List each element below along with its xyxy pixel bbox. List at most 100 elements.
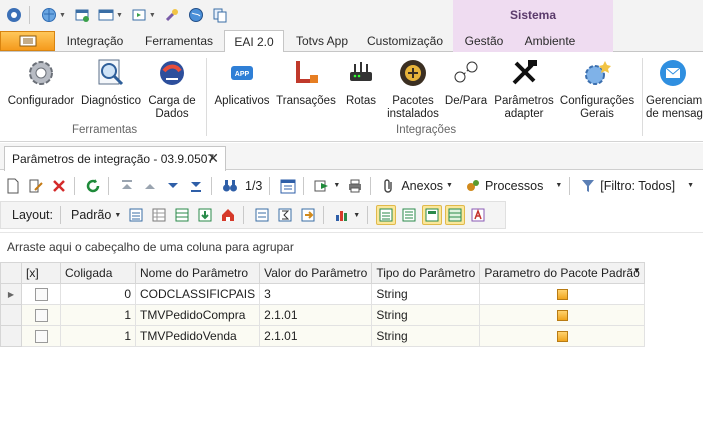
row-checkbox[interactable] bbox=[21, 304, 61, 326]
filter-button[interactable]: [Filtro: Todos] ▼ bbox=[578, 176, 696, 196]
next-record-icon[interactable] bbox=[163, 176, 183, 196]
export-layout-icon[interactable] bbox=[298, 205, 318, 225]
font-style-icon[interactable] bbox=[468, 205, 488, 225]
carga-dados-label-1: Carga de bbox=[148, 95, 196, 107]
rotas-button[interactable]: Rotas bbox=[340, 56, 382, 108]
wrench-hammer-icon bbox=[507, 56, 541, 90]
tab-ambiente[interactable]: Ambiente bbox=[518, 30, 582, 52]
gerenciamento-mensagens-button[interactable]: Gerenciam de mensag bbox=[646, 56, 703, 121]
tab-gestao[interactable]: Gestão bbox=[458, 30, 510, 52]
configurador-button[interactable]: Configurador bbox=[6, 56, 76, 108]
cell-valor[interactable]: 3 bbox=[259, 283, 373, 305]
view-grid-toggle[interactable] bbox=[376, 205, 397, 225]
import-layout-icon[interactable] bbox=[195, 205, 215, 225]
copy-icon[interactable] bbox=[210, 4, 230, 26]
filter-icon[interactable]: ▼ bbox=[633, 266, 641, 275]
cell-coligada[interactable]: 1 bbox=[60, 304, 136, 326]
transacoes-button[interactable]: Transações bbox=[276, 56, 336, 108]
depara-icon bbox=[449, 56, 483, 90]
row-checkbox[interactable] bbox=[21, 325, 61, 347]
document-tab[interactable]: Parâmetros de integração - 03.9.0507 ✕ bbox=[4, 146, 226, 171]
table-row[interactable]: 1 TMVPedidoVenda 2.1.01 String bbox=[0, 325, 645, 347]
group-by-panel[interactable]: Arraste aqui o cabeçalho de uma coluna p… bbox=[0, 232, 703, 260]
tab-integracao[interactable]: Integração bbox=[60, 30, 130, 52]
column-header-select[interactable]: [x] bbox=[21, 262, 61, 284]
router-icon bbox=[344, 56, 378, 90]
chart-icon[interactable]: ▼ bbox=[332, 205, 362, 225]
cell-tipo[interactable]: String bbox=[371, 325, 481, 347]
toolbar-separator bbox=[74, 176, 75, 195]
parametros-adapter-button[interactable]: Parâmetros adapter bbox=[492, 56, 556, 121]
delete-icon[interactable] bbox=[49, 176, 69, 196]
aplicativos-button[interactable]: APP Aplicativos bbox=[212, 56, 272, 108]
cell-pacote-padrao[interactable] bbox=[479, 304, 645, 326]
globe-icon[interactable]: ▼ bbox=[39, 4, 68, 26]
web-icon[interactable] bbox=[186, 4, 206, 26]
window-layout-icon[interactable]: ▼ bbox=[96, 4, 125, 26]
last-record-icon[interactable] bbox=[186, 176, 206, 196]
cell-coligada[interactable]: 1 bbox=[60, 325, 136, 347]
view-list-toggle[interactable] bbox=[399, 205, 419, 225]
cell-nome[interactable]: CODCLASSIFICPAIS bbox=[134, 283, 261, 305]
home-layout-icon[interactable] bbox=[218, 205, 238, 225]
configuracoes-gerais-button[interactable]: Configurações Gerais bbox=[558, 56, 636, 121]
sum-icon[interactable] bbox=[275, 205, 295, 225]
table-row[interactable]: 1 TMVPedidoCompra 2.1.01 String bbox=[0, 304, 645, 326]
tab-totvs-app[interactable]: Totvs App bbox=[290, 30, 354, 52]
new-window-icon[interactable] bbox=[72, 4, 92, 26]
calendar-icon[interactable] bbox=[278, 176, 298, 196]
tab-eai[interactable]: EAI 2.0 bbox=[224, 30, 284, 53]
cell-coligada[interactable]: 0 bbox=[60, 283, 136, 305]
close-icon[interactable]: ✕ bbox=[207, 150, 219, 167]
process-run-icon[interactable]: ▼ bbox=[312, 176, 342, 196]
document-tab-strip: Parâmetros de integração - 03.9.0507 ✕ bbox=[0, 143, 703, 171]
cell-valor[interactable]: 2.1.01 bbox=[259, 325, 373, 347]
carga-dados-button[interactable]: Carga de Dados bbox=[144, 56, 200, 121]
column-header-valor[interactable]: Valor do Parâmetro bbox=[259, 262, 373, 284]
pacotes-button[interactable]: Pacotes instalados bbox=[384, 56, 442, 121]
row-checkbox[interactable] bbox=[21, 283, 61, 305]
cell-nome[interactable]: TMVPedidoVenda bbox=[134, 325, 261, 347]
new-record-icon[interactable] bbox=[3, 176, 23, 196]
cell-valor[interactable]: 2.1.01 bbox=[259, 304, 373, 326]
columns-icon[interactable] bbox=[172, 205, 192, 225]
edit-record-icon[interactable] bbox=[26, 176, 46, 196]
table-row[interactable]: ▶ 0 CODCLASSIFICPAIS 3 String bbox=[0, 283, 645, 305]
column-header-tipo[interactable]: Tipo do Parâmetro bbox=[371, 262, 481, 284]
save-layout-icon[interactable] bbox=[126, 205, 146, 225]
export-icon[interactable]: ▼ bbox=[129, 4, 158, 26]
cell-pacote-padrao[interactable] bbox=[479, 283, 645, 305]
cell-tipo[interactable]: String bbox=[371, 283, 481, 305]
file-menu-button[interactable] bbox=[0, 31, 55, 51]
cell-pacote-padrao[interactable] bbox=[479, 325, 645, 347]
first-record-icon[interactable] bbox=[117, 176, 137, 196]
pacotes-label-2: instalados bbox=[387, 108, 439, 120]
previous-record-icon[interactable] bbox=[140, 176, 160, 196]
column-header-coligada[interactable]: Coligada bbox=[60, 262, 136, 284]
view-detail-toggle[interactable] bbox=[422, 205, 443, 225]
anexos-button[interactable]: Anexos ▼ bbox=[379, 176, 455, 196]
tools-icon[interactable] bbox=[162, 4, 182, 26]
form-icon[interactable] bbox=[252, 205, 272, 225]
layout-select[interactable]: Padrão ▼ bbox=[69, 205, 123, 225]
tab-customizacao[interactable]: Customização bbox=[362, 30, 448, 52]
binoculars-icon[interactable] bbox=[220, 176, 240, 196]
refresh-icon[interactable] bbox=[83, 176, 103, 196]
diagnostico-button[interactable]: Diagnóstico bbox=[80, 56, 142, 108]
qat-separator bbox=[29, 6, 30, 24]
cell-nome[interactable]: TMVPedidoCompra bbox=[134, 304, 261, 326]
column-header-nome[interactable]: Nome do Parâmetro bbox=[134, 262, 261, 284]
layout-select-value: Padrão bbox=[71, 208, 112, 222]
cell-tipo[interactable]: String bbox=[371, 304, 481, 326]
view-sheet-toggle[interactable] bbox=[445, 205, 466, 225]
filter-icon bbox=[582, 179, 595, 192]
processos-button[interactable]: Processos ▼ bbox=[463, 176, 564, 196]
grid-layout-icon[interactable] bbox=[149, 205, 169, 225]
app-menu-icon[interactable] bbox=[4, 4, 24, 26]
file-menu-icon bbox=[19, 35, 36, 47]
depara-button[interactable]: De/Para bbox=[444, 56, 488, 108]
tab-ferramentas[interactable]: Ferramentas bbox=[140, 30, 218, 52]
column-header-pacote-padrao[interactable]: Parametro do Pacote Padrão ▼ bbox=[479, 262, 645, 284]
package-icon bbox=[396, 56, 430, 90]
print-icon[interactable] bbox=[345, 176, 365, 196]
